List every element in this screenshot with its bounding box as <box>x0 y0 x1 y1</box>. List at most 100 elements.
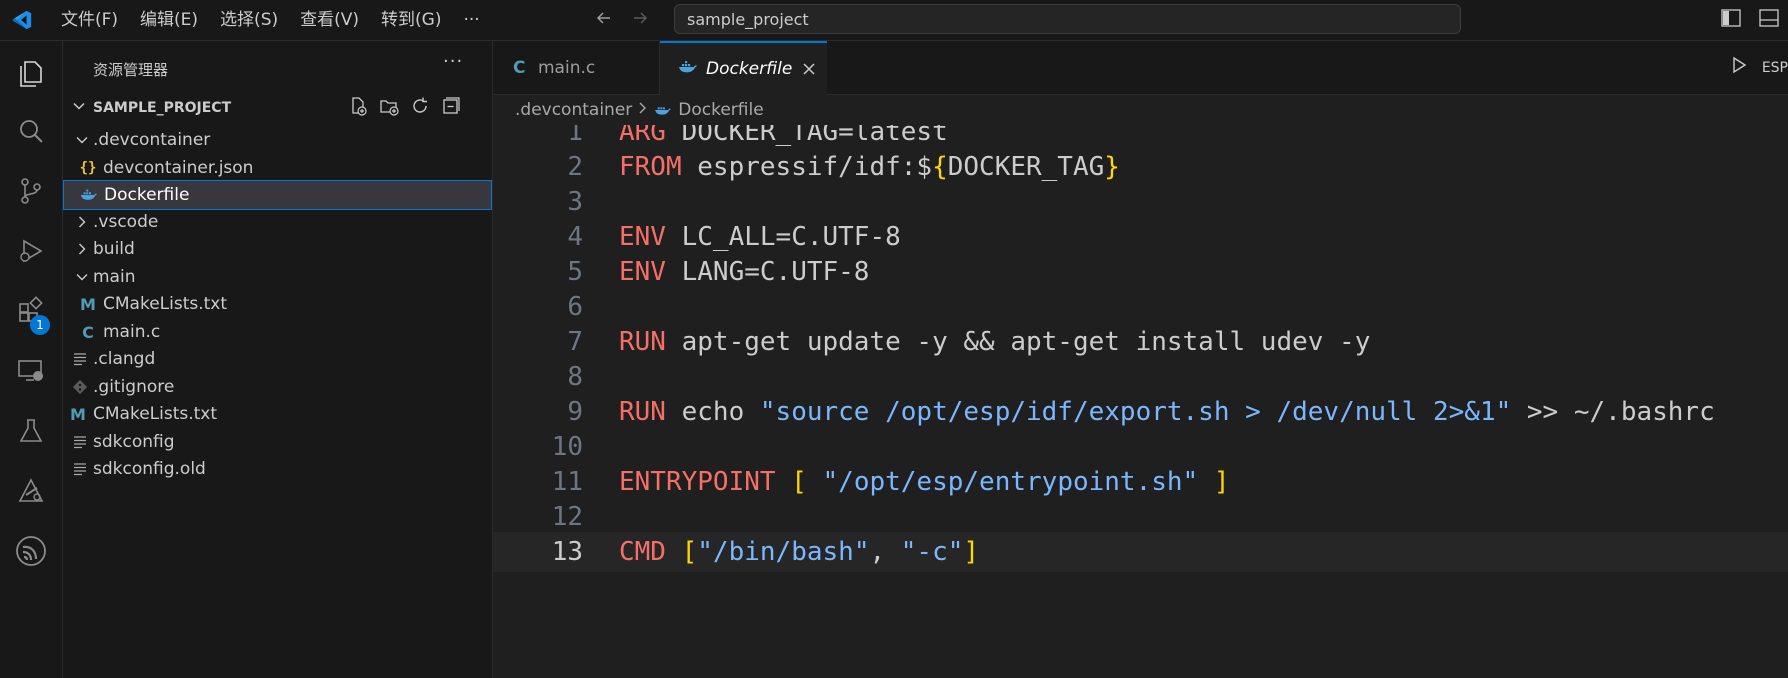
explorer-sidebar: 资源管理器 ··· SAMPLE_PROJECT .devcontainer {… <box>63 41 493 678</box>
source-control-icon[interactable] <box>0 165 62 217</box>
toggle-panel-layout-icon[interactable] <box>1758 7 1780 34</box>
tree-file-main-cmakelists[interactable]: M CMakeLists.txt <box>63 289 492 319</box>
chevron-down-icon <box>73 268 91 286</box>
tree-file-gitignore[interactable]: .gitignore <box>63 372 492 402</box>
menu-selection[interactable]: 选择(S) <box>209 0 289 40</box>
line-number: 9 <box>567 397 583 427</box>
back-arrow-icon[interactable] <box>594 8 614 33</box>
run-play-icon[interactable] <box>1730 56 1748 79</box>
close-icon[interactable] <box>802 61 816 81</box>
cmake-m-icon: M <box>70 404 86 424</box>
run-debug-icon[interactable] <box>0 225 62 277</box>
code-line[interactable]: 8 <box>493 357 1788 397</box>
tab-main-c[interactable]: C main.c <box>493 41 660 94</box>
forward-arrow-icon[interactable] <box>630 8 650 33</box>
new-file-icon[interactable] <box>348 96 368 121</box>
line-number: 13 <box>551 537 583 567</box>
tree-item-label: .clangd <box>93 349 156 369</box>
code-line[interactable]: 9 RUN echo "source /opt/esp/idf/export.sh… <box>493 392 1788 432</box>
code-token: ] <box>1213 467 1230 497</box>
menu-more[interactable]: ··· <box>452 0 490 40</box>
activity-bar: 1 <box>0 41 63 678</box>
chevron-right-icon <box>73 213 91 231</box>
tree-file-sdkconfig-old[interactable]: sdkconfig.old <box>63 454 492 484</box>
code-token: } <box>1104 152 1120 182</box>
tree-file-sdkconfig[interactable]: sdkconfig <box>63 427 492 457</box>
code-line[interactable]: 4 ENV LC_ALL=C.UTF-8 <box>493 217 1788 257</box>
collapse-all-icon[interactable] <box>441 96 461 121</box>
explorer-files-icon[interactable] <box>0 47 62 99</box>
line-number: 4 <box>567 222 583 252</box>
esp-idf-tools-icon[interactable] <box>0 465 62 517</box>
toggle-sidebar-layout-icon[interactable] <box>1720 7 1742 34</box>
project-actions <box>348 94 461 122</box>
code-text: ENTRYPOINT [ "/opt/esp/entrypoint.sh" ] <box>619 462 1230 502</box>
chevron-down-icon <box>73 131 91 149</box>
c-file-icon: C <box>513 57 526 78</box>
command-center-search[interactable]: sample_project <box>674 4 1461 34</box>
code-line[interactable]: 3 <box>493 182 1788 222</box>
project-section-header[interactable]: SAMPLE_PROJECT <box>63 94 492 122</box>
menu-go[interactable]: 转到(G) <box>370 0 452 40</box>
tab-dockerfile[interactable]: Dockerfile <box>660 41 827 95</box>
tree-file-devcontainer-json[interactable]: {} devcontainer.json <box>63 153 492 183</box>
tab-label: Dockerfile <box>706 59 793 79</box>
code-token: DOCKER_TAG=latest <box>665 125 948 147</box>
c-file-icon: C <box>82 322 94 342</box>
tree-file-clangd[interactable]: .clangd <box>63 344 492 374</box>
code-token: ENV <box>619 257 666 287</box>
code-text: RUN apt-get update -y && apt-get install… <box>619 322 1370 362</box>
refresh-icon[interactable] <box>410 96 430 121</box>
code-line[interactable]: 10 <box>493 427 1788 467</box>
chevron-right-icon <box>638 100 648 120</box>
tree-file-dockerfile[interactable]: Dockerfile <box>63 180 492 210</box>
code-line[interactable]: 5 ENV LANG=C.UTF-8 <box>493 252 1788 292</box>
remote-explorer-icon[interactable] <box>0 345 62 397</box>
tree-item-label: CMakeLists.txt <box>103 294 228 314</box>
tree-folder-build[interactable]: build <box>63 234 492 264</box>
editor-actions: ESP <box>1730 41 1788 94</box>
code-line[interactable]: 13 CMD ["/bin/bash", "-c"] <box>493 532 1788 572</box>
code-token: DOCKER_TAG <box>947 152 1105 182</box>
line-number: 10 <box>551 432 583 462</box>
explorer-more-button[interactable]: ··· <box>443 51 463 72</box>
tree-folder-devcontainer[interactable]: .devcontainer <box>63 125 492 155</box>
code-editor[interactable]: 1 ARG DOCKER_TAG=latest 2 FROM espressif/id… <box>493 125 1788 678</box>
text-lines-icon <box>71 460 89 478</box>
breadcrumb-folder[interactable]: .devcontainer <box>515 100 632 120</box>
code-line[interactable]: 12 <box>493 497 1788 537</box>
code-token: apt-get update -y && apt-get install ude… <box>665 327 1371 357</box>
tree-item-label: main <box>93 267 136 287</box>
code-token: ] <box>963 537 980 567</box>
tree-folder-main[interactable]: main <box>63 262 492 292</box>
code-token: ENTRYPOINT <box>619 467 776 497</box>
new-folder-icon[interactable] <box>379 96 399 121</box>
menu-view[interactable]: 查看(V) <box>289 0 370 40</box>
code-line[interactable]: 7 RUN apt-get update -y && apt-get instal… <box>493 322 1788 362</box>
code-text: RUN echo "source /opt/esp/idf/export.sh … <box>619 392 1715 432</box>
extensions-icon[interactable]: 1 <box>0 285 62 337</box>
code-token: >> ~/.bashrc <box>1511 397 1715 427</box>
code-token: ENV <box>619 222 666 252</box>
code-token: , <box>869 537 901 567</box>
tree-item-label: .vscode <box>93 212 159 232</box>
code-line[interactable]: 11 ENTRYPOINT [ "/opt/esp/entrypoint.sh" … <box>493 462 1788 502</box>
line-number: 3 <box>567 187 583 217</box>
menu-edit[interactable]: 编辑(E) <box>129 0 209 40</box>
tree-folder-vscode[interactable]: .vscode <box>63 207 492 237</box>
esp-action-button[interactable]: ESP <box>1762 60 1788 76</box>
code-line[interactable]: 6 <box>493 287 1788 327</box>
search-icon[interactable] <box>0 105 62 157</box>
tree-file-main-c[interactable]: C main.c <box>63 317 492 347</box>
code-line[interactable]: 2 FROM espressif/idf:${DOCKER_TAG} <box>493 147 1788 187</box>
testing-flask-icon[interactable] <box>0 405 62 457</box>
menu-file[interactable]: 文件(F) <box>50 0 129 40</box>
text-lines-icon <box>71 350 89 368</box>
espressif-icon[interactable] <box>0 525 62 577</box>
tree-file-cmakelists[interactable]: M CMakeLists.txt <box>63 399 492 429</box>
breadcrumb-file[interactable]: Dockerfile <box>678 100 763 120</box>
breadcrumb: .devcontainer Dockerfile <box>493 95 764 125</box>
title-bar: 文件(F) 编辑(E) 选择(S) 查看(V) 转到(G) ··· sample… <box>0 0 1788 41</box>
